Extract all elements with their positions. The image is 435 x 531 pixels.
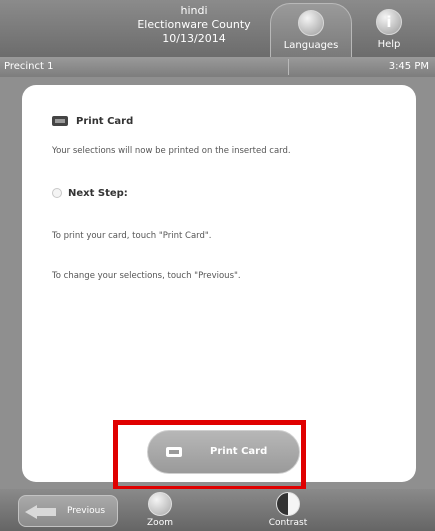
zoom-icon	[148, 492, 172, 516]
languages-label: Languages	[283, 40, 339, 51]
print-card-button[interactable]: Print Card	[147, 430, 300, 474]
next-step-icon	[52, 188, 62, 198]
clock-time: 3:45 PM	[388, 61, 429, 72]
instruction-previous: To change your selections, touch "Previo…	[52, 271, 241, 281]
contrast-button[interactable]: Contrast	[258, 492, 318, 528]
print-card-heading: Print Card	[52, 116, 133, 127]
print-description: Your selections will now be printed on t…	[52, 146, 291, 156]
zoom-label: Zoom	[147, 518, 173, 528]
contrast-label: Contrast	[268, 518, 308, 528]
precinct-bar: Precinct 1 3:45 PM	[0, 57, 435, 77]
precinct-divider	[288, 59, 289, 75]
help-label: Help	[377, 39, 401, 50]
bottom-bar: Previous Zoom Contrast	[0, 489, 435, 531]
info-icon: i	[376, 9, 402, 35]
precinct-label: Precinct 1	[4, 61, 54, 72]
print-card-button-label: Print Card	[210, 446, 268, 457]
next-step-title: Next Step:	[68, 188, 128, 199]
languages-tab[interactable]: Languages	[270, 3, 352, 57]
help-tab[interactable]: i Help	[357, 3, 421, 57]
next-step-heading: Next Step:	[52, 188, 128, 199]
zoom-button[interactable]: Zoom	[130, 492, 190, 528]
printer-icon	[52, 116, 68, 126]
previous-button-label: Previous	[67, 506, 106, 516]
print-card-title: Print Card	[76, 116, 134, 127]
previous-button[interactable]: Previous	[18, 495, 118, 527]
contrast-icon	[276, 492, 300, 516]
header-bar: hindi Electionware County 10/13/2014 Lan…	[0, 0, 435, 57]
back-arrow-body	[36, 508, 56, 516]
printer-icon	[166, 447, 182, 457]
instruction-print: To print your card, touch "Print Card".	[52, 231, 212, 241]
languages-icon	[298, 10, 324, 36]
